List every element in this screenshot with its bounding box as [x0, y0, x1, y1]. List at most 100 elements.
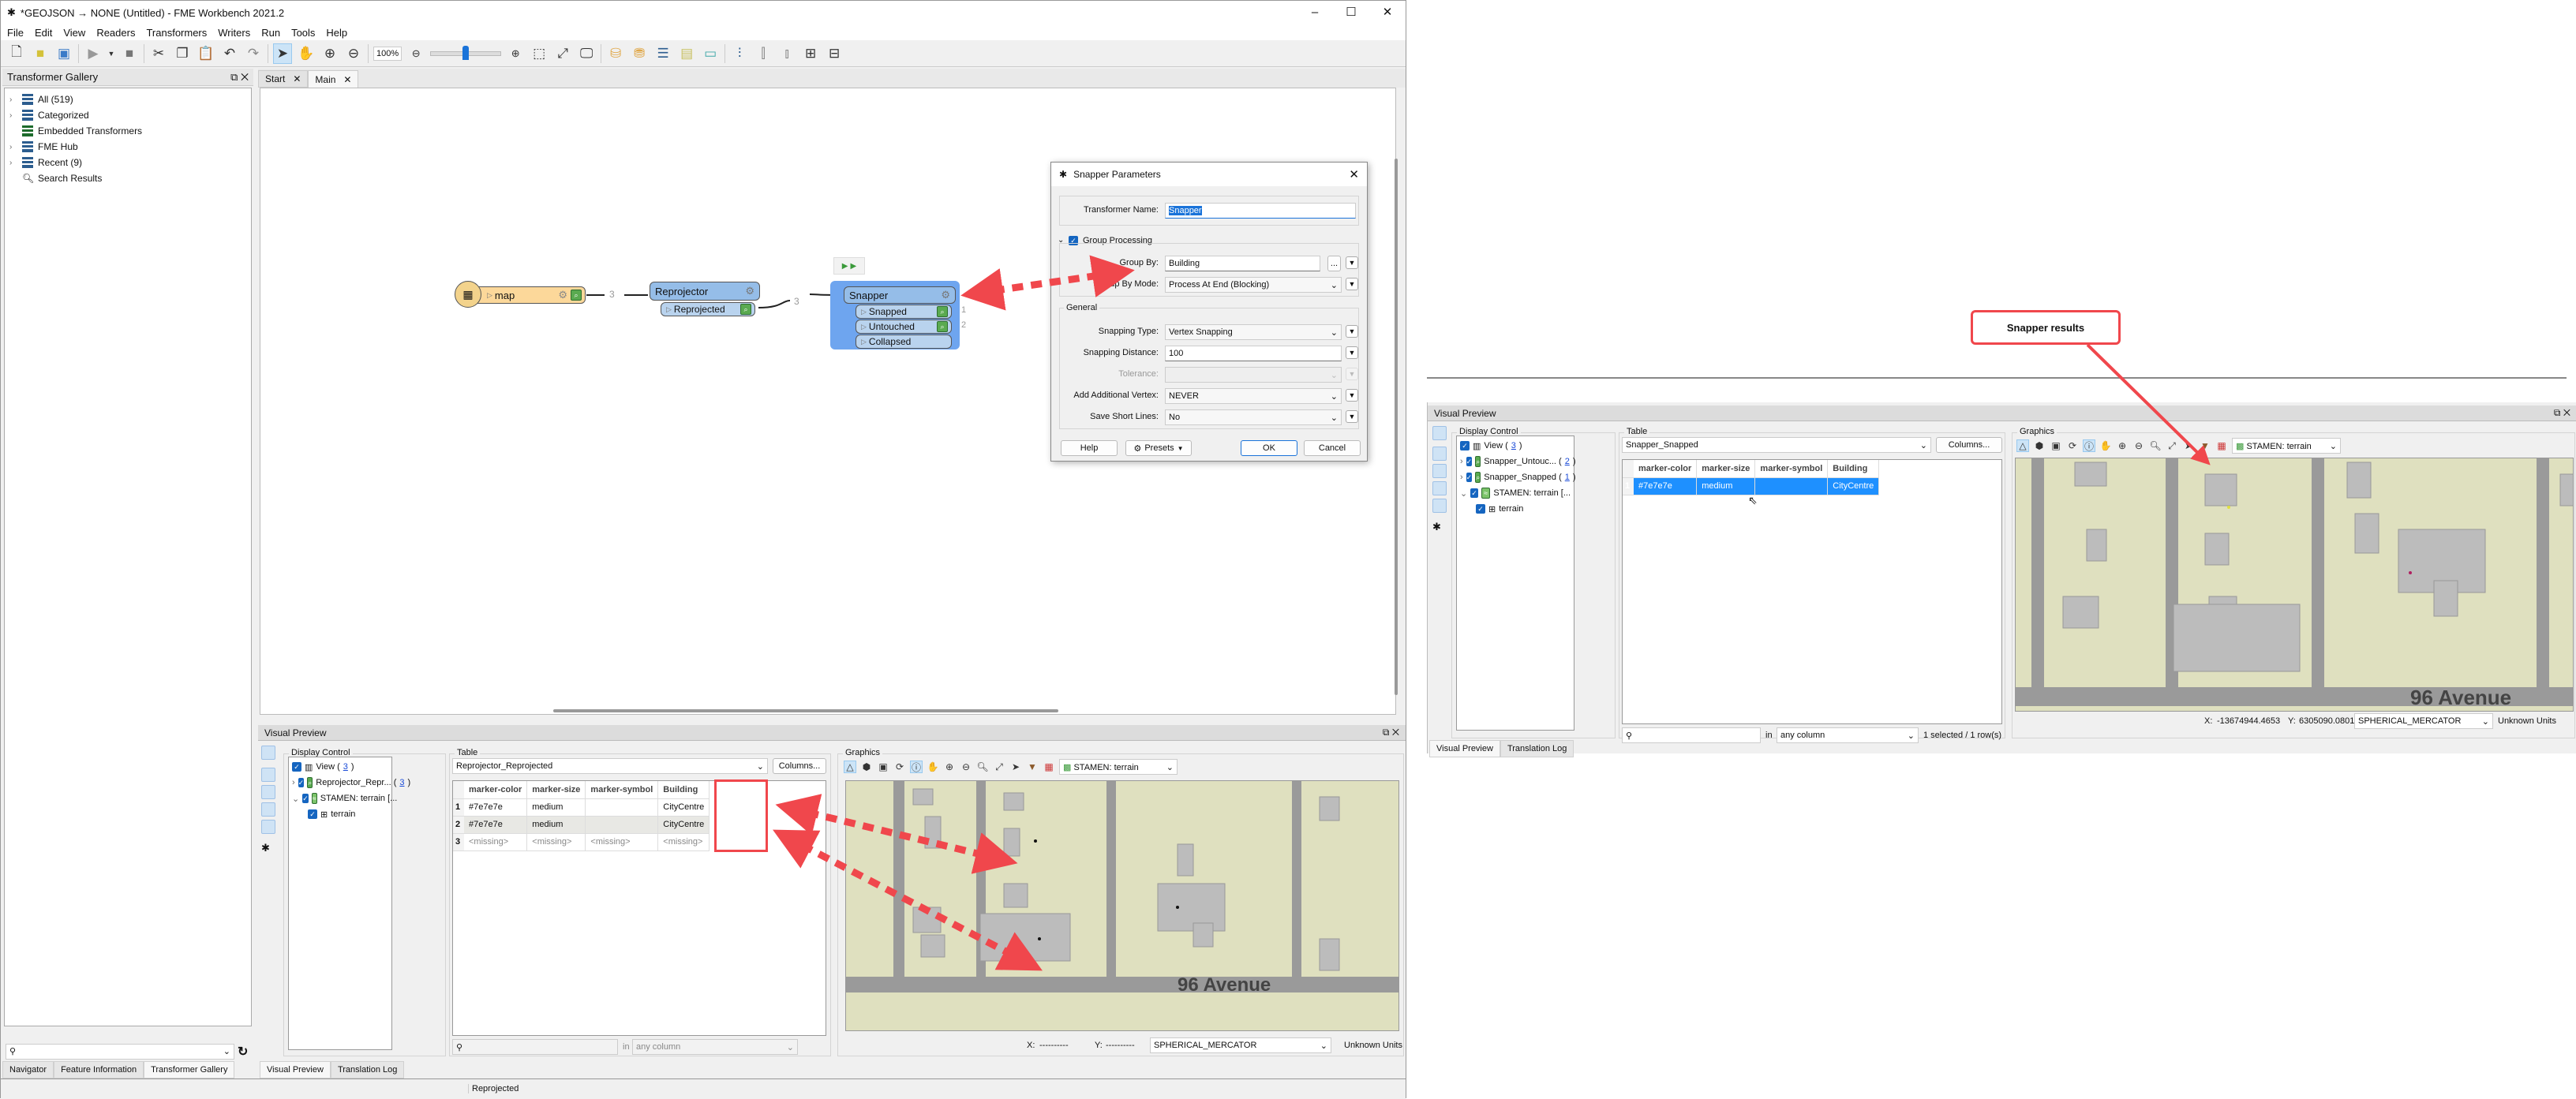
rotate-icon[interactable]: ⟳	[893, 761, 906, 773]
display-control-toggle-icon[interactable]	[1432, 447, 1447, 461]
table-cell[interactable]: medium	[526, 798, 586, 817]
gear-icon[interactable]: ⚙	[558, 289, 567, 301]
float-icon[interactable]: ⧉	[1383, 727, 1390, 738]
save-short-lines-select[interactable]: No ⌄	[1165, 409, 1342, 425]
basemap-select[interactable]: ▩ STAMEN: terrain ⌄	[1059, 759, 1178, 775]
output-port-snapped[interactable]: ▷ Snapped ⌕	[856, 305, 952, 319]
float-icon[interactable]: ⧉	[2554, 407, 2561, 418]
menu-triangle-icon[interactable]: ▼	[1346, 346, 1358, 359]
select-features-icon[interactable]	[261, 746, 275, 760]
pan-hand-icon[interactable]: ✋	[927, 761, 939, 773]
run-to-here-icon[interactable]: ▶	[842, 262, 848, 271]
count-link[interactable]: 3	[343, 762, 348, 772]
table-cell[interactable]: CityCentre	[1827, 477, 1880, 495]
checkbox[interactable]: ✓	[1476, 504, 1485, 514]
map-view[interactable]: 96 Avenue	[2015, 458, 2574, 712]
checkbox[interactable]: ✓	[308, 809, 317, 819]
zoom-info-icon[interactable]: 🔍︎	[2149, 439, 2162, 452]
identify-pointer-icon[interactable]: ⓘ	[2083, 439, 2095, 452]
menu-triangle-icon[interactable]: ▼	[1346, 278, 1358, 290]
table-feature-type-select[interactable]: Reprojector_Reprojected ⌄	[452, 758, 768, 774]
table-row[interactable]: 3 <missing> <missing> <missing> <missing>	[453, 833, 710, 851]
column-header[interactable]: Building	[657, 781, 710, 799]
gear-icon[interactable]: ⚙	[745, 285, 754, 297]
table-cell[interactable]: <missing>	[657, 833, 710, 851]
transformer-node-snapper[interactable]: Snapper ⚙	[844, 286, 956, 304]
screen-icon[interactable]: ▣	[2050, 439, 2062, 452]
color-palette-icon[interactable]: ▦	[2215, 439, 2228, 452]
tree-item-terrain[interactable]: ✓ ⊞ terrain	[1460, 501, 1571, 517]
inspect-icon[interactable]: ⌕	[571, 290, 582, 301]
output-port-collapsed[interactable]: ▷ Collapsed	[856, 335, 952, 349]
tree-item-snapper-untouched[interactable]: › ✓ ⌕ Snapper_Untouc... (2)	[1460, 454, 1576, 469]
tree-item-terrain[interactable]: ✓ ⊞ terrain	[292, 806, 388, 822]
tree-item-reprojector[interactable]: › ✓ ⌕ Reprojector_Repr... (3)	[292, 775, 410, 791]
column-header[interactable]: marker-color	[1634, 460, 1698, 478]
tree-item-view[interactable]: ✓ ▥ View (3)	[1460, 438, 1571, 454]
chevron-down-icon[interactable]: ⌄	[292, 794, 299, 804]
inspector-icon[interactable]: ✱	[261, 842, 270, 854]
zoom-out-icon[interactable]: ⊖	[960, 761, 972, 773]
count-link[interactable]: 2	[1565, 457, 1570, 466]
menu-triangle-icon[interactable]: ▼	[1346, 256, 1358, 269]
3d-shapes-icon[interactable]: ⬢	[860, 761, 873, 773]
table-toggle-icon[interactable]	[261, 785, 275, 799]
inspect-icon[interactable]: ⌕	[740, 304, 751, 315]
count-link[interactable]: 3	[399, 778, 404, 787]
map-view[interactable]: 96 Avenue	[845, 780, 1399, 1031]
transformer-name-input[interactable]: Snapper	[1165, 203, 1356, 219]
zoom-extents-icon[interactable]: ⤢	[993, 761, 1005, 773]
table-cell[interactable]: <missing>	[526, 833, 586, 851]
select-table-icon[interactable]: ➤	[1009, 761, 1022, 773]
column-header[interactable]: marker-symbol	[585, 781, 659, 799]
attribute-picker-button[interactable]: ...	[1327, 256, 1341, 271]
tree-item-stamen[interactable]: ⌄ ✓ ≈ STAMEN: terrain [...	[292, 791, 397, 806]
search-column-select[interactable]: any column ⌄	[1777, 727, 1919, 743]
menu-triangle-icon[interactable]: ▼	[1346, 325, 1358, 338]
table-cell[interactable]: CityCentre	[657, 798, 710, 817]
basemap-select[interactable]: ▩ STAMEN: terrain ⌄	[2232, 438, 2341, 454]
column-header[interactable]: Building	[1827, 460, 1880, 478]
group-by-mode-select[interactable]: Process At End (Blocking) ⌄	[1165, 277, 1342, 293]
table-search-input[interactable]: ⚲	[1622, 727, 1761, 743]
zoom-in-icon[interactable]: ⊕	[2116, 439, 2129, 452]
presets-button[interactable]: ⚙ Presets ▼	[1125, 440, 1192, 456]
identify-pointer-icon[interactable]: ⓘ	[910, 761, 923, 773]
shapes-icon[interactable]: △	[844, 761, 856, 773]
tab-feature-information[interactable]: Feature Information	[54, 1061, 144, 1078]
filter-icon[interactable]: ▼	[1026, 761, 1039, 773]
tree-item-view[interactable]: ✓ ▥ View (3)	[292, 759, 388, 775]
crs-select[interactable]: SPHERICAL_MERCATOR ⌄	[2354, 713, 2493, 729]
rotate-icon[interactable]: ⟳	[2066, 439, 2079, 452]
display-control-toggle-icon[interactable]	[261, 768, 275, 782]
checkbox[interactable]: ✓	[1460, 441, 1470, 450]
snapping-type-select[interactable]: Vertex Snapping ⌄	[1165, 324, 1342, 340]
table-cell[interactable]: #7e7e7e	[464, 816, 528, 834]
column-header[interactable]: marker-symbol	[1754, 460, 1829, 478]
table-cell[interactable]: #7e7e7e	[464, 798, 528, 817]
filter-icon[interactable]: ▼	[2199, 439, 2211, 452]
ok-button[interactable]: OK	[1241, 440, 1297, 456]
column-header[interactable]: marker-color	[464, 781, 528, 799]
reader-node-map[interactable]: ▷ map ⚙ ⌕	[470, 286, 586, 304]
3d-shapes-icon[interactable]: ⬢	[2033, 439, 2046, 452]
output-port-reprojected[interactable]: ▷ Reprojected ⌕	[661, 302, 755, 316]
help-button[interactable]: Help	[1061, 440, 1118, 456]
table-cell[interactable]: medium	[1696, 477, 1756, 495]
zoom-extents-icon[interactable]: ⤢	[2166, 439, 2178, 452]
transformer-node-reprojector[interactable]: Reprojector ⚙	[650, 282, 760, 301]
chevron-down-icon[interactable]: ⌄	[1460, 488, 1467, 499]
column-header[interactable]: marker-size	[526, 781, 586, 799]
table-cell[interactable]: #7e7e7e	[1634, 477, 1698, 495]
group-by-input[interactable]: Building	[1165, 256, 1320, 271]
zoom-in-icon[interactable]: ⊕	[943, 761, 956, 773]
table-cell[interactable]: CityCentre	[657, 816, 710, 834]
columns-button[interactable]: Columns...	[773, 758, 826, 774]
menu-triangle-icon[interactable]: ▼	[1346, 410, 1358, 423]
table-cell[interactable]	[1754, 477, 1829, 495]
table-cell[interactable]: <missing>	[464, 833, 528, 851]
inspect-icon[interactable]: ⌕	[937, 321, 948, 332]
snapping-distance-input[interactable]: 100	[1165, 346, 1342, 361]
tree-item-stamen[interactable]: ⌄ ✓ ≈ STAMEN: terrain [...	[1460, 485, 1571, 501]
checkbox[interactable]: ✓	[1466, 457, 1473, 466]
